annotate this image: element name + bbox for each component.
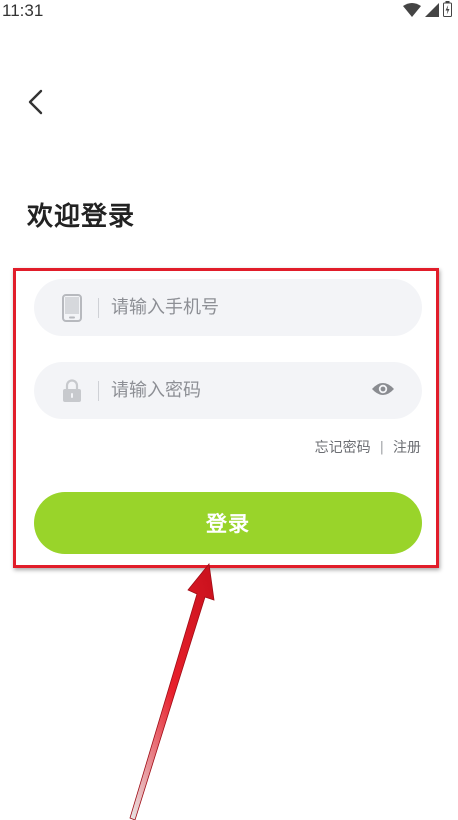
page-title: 欢迎登录 xyxy=(27,202,136,232)
back-button[interactable] xyxy=(18,86,54,122)
register-link[interactable]: 注册 xyxy=(393,437,421,457)
status-time: 11:31 xyxy=(2,1,44,20)
status-bar: 11:31 xyxy=(0,0,458,24)
password-input[interactable] xyxy=(111,362,368,419)
battery-icon xyxy=(443,1,452,21)
chevron-left-icon xyxy=(27,89,45,119)
phone-field-divider xyxy=(98,297,99,318)
status-icons xyxy=(403,1,452,21)
eye-icon xyxy=(371,381,395,401)
phone-icon xyxy=(60,293,84,322)
signal-icon xyxy=(425,2,439,21)
login-button[interactable]: 登录 xyxy=(34,492,422,554)
wifi-icon xyxy=(403,2,421,21)
toggle-password-visibility-button[interactable] xyxy=(368,376,398,406)
password-field[interactable] xyxy=(34,362,422,419)
password-field-divider xyxy=(98,380,99,401)
lock-icon xyxy=(60,377,84,405)
phone-field[interactable] xyxy=(34,279,422,336)
phone-input[interactable] xyxy=(111,279,422,336)
link-separator: | xyxy=(379,439,384,455)
account-links: 忘记密码 | 注册 xyxy=(315,437,421,457)
forgot-password-link[interactable]: 忘记密码 xyxy=(315,437,371,457)
